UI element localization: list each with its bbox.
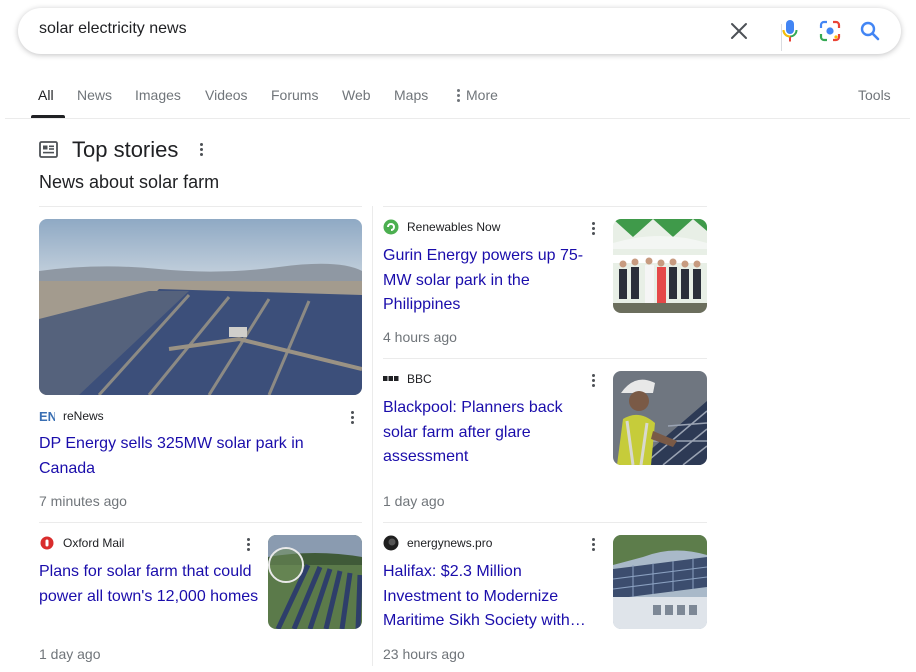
top-stories-subtitle: News about solar farm bbox=[39, 172, 220, 192]
story-menu-button[interactable] bbox=[346, 408, 358, 426]
story-timestamp: 4 hours ago bbox=[383, 329, 457, 345]
story-headline-link[interactable]: DP Energy sells 325MW solar park in Cana… bbox=[39, 432, 339, 481]
tab-news[interactable]: News bbox=[77, 87, 112, 103]
divider bbox=[383, 522, 707, 523]
mic-icon[interactable] bbox=[778, 19, 802, 43]
story-menu-button[interactable] bbox=[242, 535, 254, 553]
divider bbox=[39, 522, 362, 523]
top-stories-title: Top stories bbox=[72, 137, 179, 162]
story-timestamp: 7 minutes ago bbox=[39, 493, 127, 509]
tabs-divider bbox=[5, 118, 910, 119]
source-name: BBC bbox=[407, 372, 432, 386]
renews-logo-icon: EN bbox=[39, 408, 55, 424]
divider bbox=[39, 206, 362, 207]
story-thumbnail[interactable] bbox=[613, 371, 707, 465]
tab-more[interactable]: More bbox=[457, 87, 498, 103]
column-divider bbox=[372, 206, 373, 666]
story-thumbnail[interactable] bbox=[613, 219, 707, 313]
tools-button[interactable]: Tools bbox=[858, 87, 891, 103]
story-thumbnail[interactable] bbox=[39, 219, 362, 395]
source-name: energynews.pro bbox=[407, 536, 493, 550]
search-box[interactable] bbox=[18, 8, 901, 54]
tab-forums[interactable]: Forums bbox=[271, 87, 318, 103]
story-headline-link[interactable]: Gurin Energy powers up 75-MW solar park … bbox=[383, 244, 598, 318]
story-menu-button[interactable] bbox=[587, 219, 599, 237]
tab-all[interactable]: All bbox=[38, 87, 54, 103]
bbc-logo-icon bbox=[383, 371, 399, 387]
tab-images[interactable]: Images bbox=[135, 87, 181, 103]
source-name: reNews bbox=[63, 409, 104, 423]
story-source[interactable]: Renewables Now bbox=[383, 219, 500, 235]
story-source[interactable]: EN reNews bbox=[39, 408, 104, 424]
story-headline-link[interactable]: Blackpool: Planners back solar farm afte… bbox=[383, 396, 593, 470]
divider bbox=[383, 358, 707, 359]
top-stories-menu-button[interactable] bbox=[195, 140, 207, 158]
renewables-now-logo-icon bbox=[383, 219, 399, 235]
search-tabs: All News Images Videos Forums Web Maps M… bbox=[0, 80, 916, 118]
story-timestamp: 1 day ago bbox=[39, 646, 101, 662]
svg-text:EN: EN bbox=[39, 409, 55, 423]
source-name: Oxford Mail bbox=[63, 536, 125, 550]
divider bbox=[383, 206, 707, 207]
tab-web[interactable]: Web bbox=[342, 87, 371, 103]
story-menu-button[interactable] bbox=[587, 371, 599, 389]
close-icon[interactable] bbox=[727, 19, 751, 43]
source-name: Renewables Now bbox=[407, 220, 501, 234]
tab-maps[interactable]: Maps bbox=[394, 87, 428, 103]
story-source[interactable]: Oxford Mail bbox=[39, 535, 124, 551]
search-icon[interactable] bbox=[858, 19, 882, 43]
story-menu-button[interactable] bbox=[587, 535, 599, 553]
story-timestamp: 1 day ago bbox=[383, 493, 445, 509]
story-timestamp: 23 hours ago bbox=[383, 646, 465, 662]
camera-lens-icon[interactable] bbox=[818, 19, 842, 43]
search-input[interactable] bbox=[39, 20, 639, 38]
oxford-mail-logo-icon bbox=[39, 535, 55, 551]
story-thumbnail[interactable] bbox=[613, 535, 707, 629]
story-headline-link[interactable]: Plans for solar farm that could power al… bbox=[39, 560, 261, 609]
newspaper-icon bbox=[39, 141, 58, 163]
story-source[interactable]: energynews.pro bbox=[383, 535, 492, 551]
energynews-logo-icon bbox=[383, 535, 399, 551]
story-source[interactable]: BBC bbox=[383, 371, 432, 387]
tab-more-label: More bbox=[466, 87, 498, 103]
story-thumbnail[interactable] bbox=[268, 535, 362, 629]
story-headline-link[interactable]: Halifax: $2.3 Million Investment to Mode… bbox=[383, 560, 598, 634]
tab-videos[interactable]: Videos bbox=[205, 87, 248, 103]
more-vert-icon bbox=[457, 88, 460, 102]
